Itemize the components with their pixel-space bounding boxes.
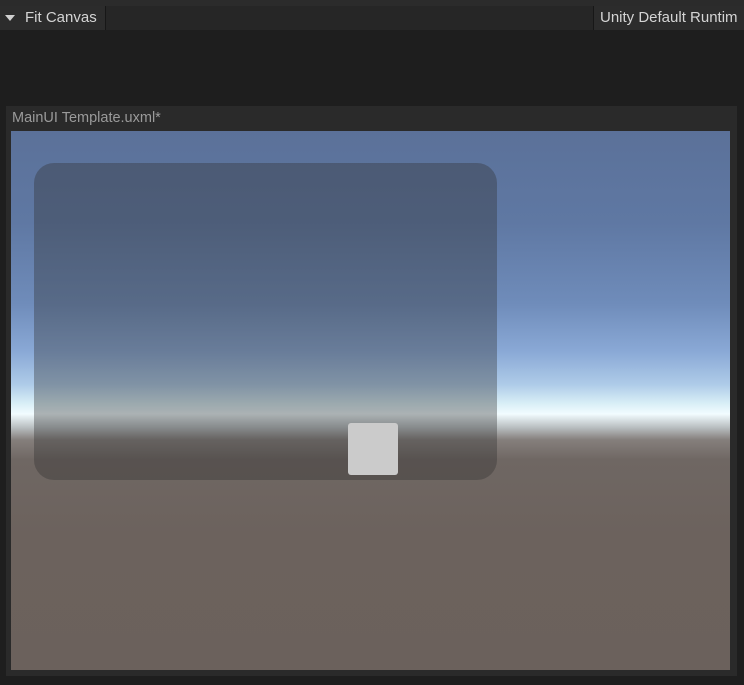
viewport-toolbar: Fit Canvas Unity Default Runtim xyxy=(0,0,744,30)
theme-dropdown[interactable]: Unity Default Runtim xyxy=(594,6,744,30)
fit-canvas-button[interactable]: Fit Canvas xyxy=(20,6,106,30)
bottom-edge xyxy=(0,676,744,685)
toolbar-spacer xyxy=(106,6,594,30)
ui-builder-window: Fit Canvas Unity Default Runtim MainUI T… xyxy=(0,0,744,685)
canvas-viewport[interactable] xyxy=(11,131,730,670)
toolbar-dropdown[interactable] xyxy=(0,6,21,30)
document-canvas-panel: MainUI Template.uxml* xyxy=(6,106,737,676)
triangle-down-icon xyxy=(5,15,15,21)
square-button[interactable] xyxy=(348,423,398,475)
translucent-container[interactable] xyxy=(34,163,497,480)
document-title[interactable]: MainUI Template.uxml* xyxy=(12,109,161,127)
